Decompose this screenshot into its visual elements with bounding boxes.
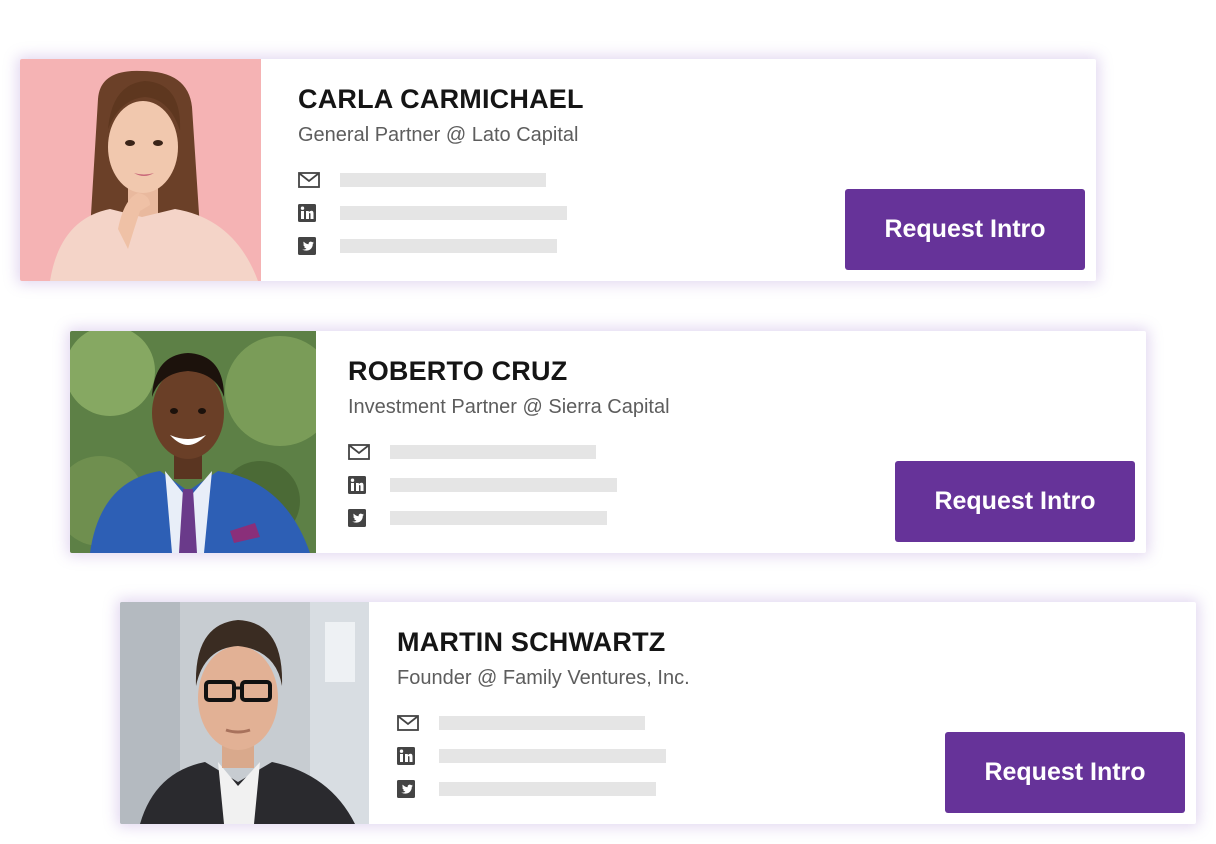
linkedin-icon	[397, 746, 419, 766]
twitter-placeholder	[340, 238, 557, 253]
investor-card: MARTIN SCHWARTZ Founder @ Family Venture…	[120, 602, 1196, 824]
twitter-placeholder	[390, 510, 607, 525]
investor-name: ROBERTO CRUZ	[348, 356, 568, 386]
portrait-image	[20, 59, 261, 281]
twitter-icon	[298, 236, 320, 256]
linkedin-placeholder	[340, 205, 567, 220]
email-icon	[348, 442, 370, 462]
twitter-icon	[348, 508, 370, 528]
investor-title: Founder @ Family Ventures, Inc.	[397, 667, 690, 689]
investor-info: MARTIN SCHWARTZ Founder @ Family Venture…	[369, 602, 1196, 824]
request-intro-button[interactable]: Request Intro	[895, 461, 1135, 542]
linkedin-placeholder	[439, 748, 666, 763]
investor-title: Investment Partner @ Sierra Capital	[348, 396, 670, 418]
linkedin-icon	[298, 203, 320, 223]
email-placeholder	[439, 715, 645, 730]
investor-name: CARLA CARMICHAEL	[298, 84, 584, 114]
investor-card: CARLA CARMICHAEL General Partner @ Lato …	[20, 59, 1096, 281]
profile-photo	[70, 331, 316, 553]
investor-card: ROBERTO CRUZ Investment Partner @ Sierra…	[70, 331, 1146, 553]
email-icon	[298, 170, 320, 190]
request-intro-button[interactable]: Request Intro	[945, 732, 1185, 813]
portrait-image	[70, 331, 316, 553]
email-icon	[397, 713, 419, 733]
profile-photo	[20, 59, 261, 281]
portrait-image	[120, 602, 369, 824]
email-placeholder	[340, 172, 546, 187]
investor-name: MARTIN SCHWARTZ	[397, 627, 666, 657]
linkedin-icon	[348, 475, 370, 495]
twitter-placeholder	[439, 781, 656, 796]
profile-photo	[120, 602, 369, 824]
linkedin-placeholder	[390, 477, 617, 492]
twitter-icon	[397, 779, 419, 799]
investor-info: ROBERTO CRUZ Investment Partner @ Sierra…	[316, 331, 1146, 553]
request-intro-button[interactable]: Request Intro	[845, 189, 1085, 270]
email-placeholder	[390, 444, 596, 459]
investor-info: CARLA CARMICHAEL General Partner @ Lato …	[261, 59, 1096, 281]
investor-title: General Partner @ Lato Capital	[298, 124, 579, 146]
